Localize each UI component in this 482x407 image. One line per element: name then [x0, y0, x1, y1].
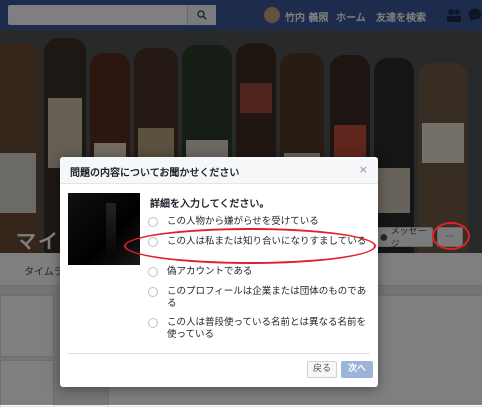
profile-thumbnail [68, 193, 140, 265]
report-option-label: この人物から嫌がらせを受けている [167, 216, 319, 227]
report-option-label: この人は普段使っている名前とは異なる名前を使っている [167, 317, 367, 340]
annotation-ellipse [432, 222, 470, 250]
radio-unchecked[interactable] [148, 318, 158, 328]
report-option-label: このプロフィールは企業または団体のものである [167, 286, 367, 309]
report-option-label: 偽アカウントである [167, 266, 253, 277]
radio-unchecked[interactable] [148, 267, 158, 277]
next-button[interactable]: 次へ [341, 361, 374, 378]
radio-unchecked[interactable] [148, 287, 158, 297]
radio-unchecked[interactable] [148, 217, 158, 227]
dialog-divider [68, 353, 370, 354]
dialog-title: 問題の内容についてお聞かせください [70, 168, 240, 179]
report-dialog: 問題の内容についてお聞かせください × 詳細を入力してください。 この人物から嫌… [60, 157, 378, 387]
close-icon[interactable]: × [359, 163, 368, 176]
dialog-prompt: 詳細を入力してください。 [150, 199, 270, 210]
annotation-ellipse [124, 228, 376, 264]
dialog-header: 問題の内容についてお聞かせください × [60, 157, 378, 184]
back-button[interactable]: 戻る [307, 361, 338, 378]
